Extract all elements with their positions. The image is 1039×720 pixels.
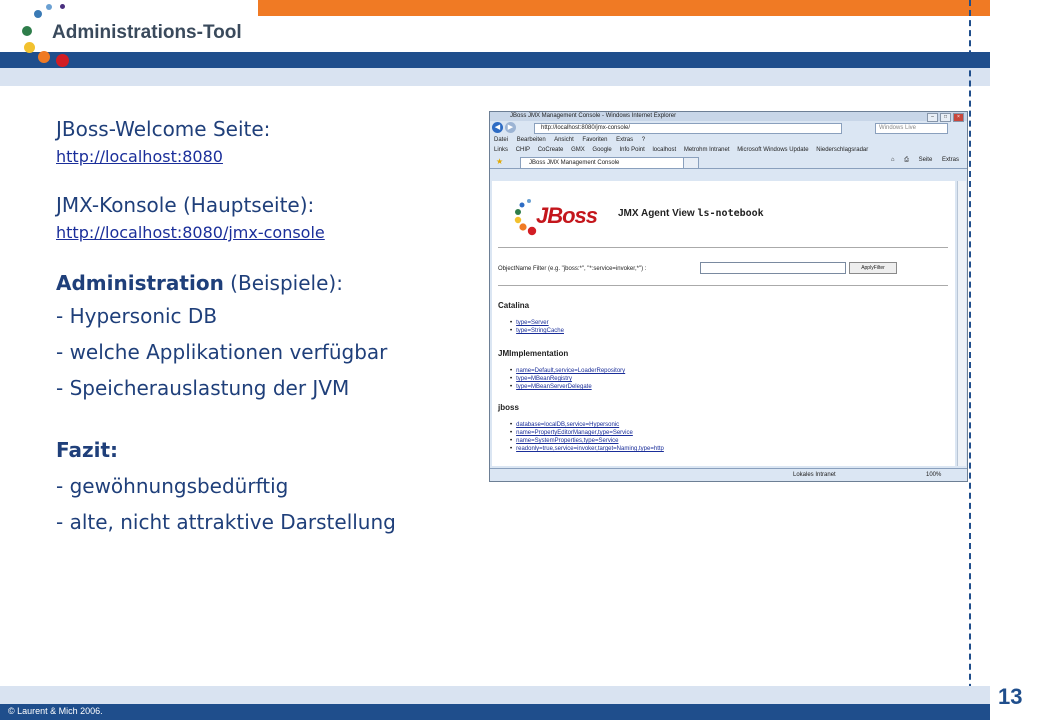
link-item[interactable]: CHIP xyxy=(516,147,530,153)
mbean-link[interactable]: type=MBeanServerDelegate xyxy=(510,383,625,391)
link-item[interactable]: Microsoft Windows Update xyxy=(737,147,808,153)
header-blue-bar xyxy=(0,52,990,68)
page-menu[interactable]: Seite xyxy=(919,157,933,163)
footer-blue-bar xyxy=(0,704,990,720)
print-icon[interactable]: ⎙ xyxy=(904,157,909,163)
link-item[interactable]: localhost xyxy=(652,147,676,153)
vertical-scrollbar[interactable] xyxy=(957,181,966,466)
favorites-star-icon[interactable]: ★ xyxy=(496,157,503,166)
header-light-strip xyxy=(0,68,990,86)
agent-host: ls-notebook xyxy=(697,208,764,219)
jmx-label: JMX-Konsole (Hauptseite): xyxy=(56,193,315,217)
link-item[interactable]: CoCreate xyxy=(538,147,564,153)
agent-view-heading: JMX Agent View ls-notebook xyxy=(618,208,764,219)
mbean-link[interactable]: type=MBeanRegistry xyxy=(510,375,625,383)
browser-tab-row: ★ JBoss JMX Management Console ⌂ ⎙ Seite… xyxy=(490,155,967,169)
mbean-link[interactable]: name=SystemProperties,type=Service xyxy=(510,437,664,445)
browser-window-title: JBoss JMX Management Console - Windows I… xyxy=(510,113,677,119)
browser-menu-bar: Datei Bearbeiten Ansicht Favoriten Extra… xyxy=(490,135,967,145)
objectname-filter-input[interactable] xyxy=(700,262,846,274)
administration-heading: Administration (Beispiele): xyxy=(56,268,476,298)
admin-item: - Hypersonic DB xyxy=(56,304,218,328)
administration-rest: (Beispiele): xyxy=(223,271,343,295)
footer-light-strip xyxy=(0,686,990,704)
link-item[interactable]: Google xyxy=(592,147,611,153)
copyright-text: © Laurent & Mich 2006. xyxy=(8,706,103,716)
slide-title: Administrations-Tool xyxy=(52,22,242,43)
header-orange-bar xyxy=(258,0,990,16)
fazit-item: - alte, nicht attraktive Darstellung xyxy=(56,510,396,534)
link-item[interactable]: Metrohm Intranet xyxy=(684,147,730,153)
fazit-item: - gewöhnungsbedürftig xyxy=(56,474,289,498)
apply-filter-button[interactable]: ApplyFilter xyxy=(849,262,897,274)
link-item[interactable]: Info Point xyxy=(619,147,644,153)
menu-file[interactable]: Datei xyxy=(494,137,508,143)
welcome-label: JBoss-Welcome Seite: xyxy=(56,117,271,141)
mbean-link[interactable]: readonly=true,service=invoker,target=Nam… xyxy=(510,445,664,453)
menu-view[interactable]: Ansicht xyxy=(554,137,574,143)
links-label: Links xyxy=(494,147,509,153)
home-icon[interactable]: ⌂ xyxy=(891,157,895,163)
mbean-link[interactable]: name=Default,service=LoaderRepository xyxy=(510,367,625,375)
vertical-dashed-divider xyxy=(969,0,971,720)
slide-content: JBoss-Welcome Seite: http://localhost:80… xyxy=(56,114,476,540)
search-input[interactable]: Windows Live xyxy=(875,123,948,134)
administration-bold: Administration xyxy=(56,271,224,295)
zoom-level[interactable]: 100% xyxy=(926,469,941,481)
domain-mbean-list: name=Default,service=LoaderRepository ty… xyxy=(510,367,625,391)
new-tab-button[interactable] xyxy=(683,157,699,169)
mbean-link[interactable]: database=localDB,service=Hypersonic xyxy=(510,421,664,429)
jmx-link[interactable]: http://localhost:8080/jmx-console xyxy=(56,220,476,246)
divider xyxy=(498,285,948,286)
tools-menu[interactable]: Extras xyxy=(942,157,959,163)
domain-heading: Catalina xyxy=(498,301,530,310)
menu-favorites[interactable]: Favoriten xyxy=(582,137,607,143)
domain-heading: JMImplementation xyxy=(498,349,569,358)
admin-item: - welche Applikationen verfügbar xyxy=(56,340,388,364)
browser-status-bar: Lokales Intranet 100% xyxy=(490,468,967,481)
mbean-link[interactable]: name=PropertyEditorManager,type=Service xyxy=(510,429,664,437)
browser-titlebar: JBoss JMX Management Console - Windows I… xyxy=(490,112,967,122)
welcome-link[interactable]: http://localhost:8080 xyxy=(56,144,476,170)
forward-arrow-icon[interactable]: ▶ xyxy=(505,122,516,133)
domain-mbean-list: database=localDB,service=Hypersonic name… xyxy=(510,421,664,453)
domain-heading: jboss xyxy=(498,403,519,412)
link-item[interactable]: GMX xyxy=(571,147,585,153)
admin-item: - Speicherauslastung der JVM xyxy=(56,376,350,400)
browser-tab[interactable]: JBoss JMX Management Console xyxy=(520,157,690,169)
menu-tools[interactable]: Extras xyxy=(616,137,633,143)
page-number: 13 xyxy=(998,684,1023,709)
fazit-heading: Fazit: xyxy=(56,438,119,462)
link-item[interactable]: Niederschlagsradar xyxy=(816,147,868,153)
status-zone: Lokales Intranet xyxy=(793,472,836,478)
address-bar[interactable]: http://localhost:8080/jmx-console/ xyxy=(534,123,842,134)
divider xyxy=(498,247,948,248)
filter-label: ObjectName Filter (e.g. "jboss:*", "*:se… xyxy=(498,266,647,272)
agent-view-label: JMX Agent View xyxy=(618,208,695,219)
mbean-link[interactable]: type=Server xyxy=(510,319,564,327)
menu-edit[interactable]: Bearbeiten xyxy=(517,137,546,143)
domain-mbean-list: type=Server type=StringCache xyxy=(510,319,564,335)
jboss-logo-text: JBoss xyxy=(536,203,598,228)
back-arrow-icon[interactable]: ◀ xyxy=(492,122,503,133)
mbean-link[interactable]: type=StringCache xyxy=(510,327,564,335)
browser-screenshot: JBoss JMX Management Console - Windows I… xyxy=(489,111,968,482)
links-bar: Links CHIP CoCreate GMX Google Info Poin… xyxy=(490,145,967,155)
browser-address-row: ◀ ▶ http://localhost:8080/jmx-console/ W… xyxy=(490,121,967,135)
menu-help[interactable]: ? xyxy=(642,137,645,143)
jmx-console-page: JBoss JMX Agent View ls-notebook ObjectN… xyxy=(492,181,955,466)
